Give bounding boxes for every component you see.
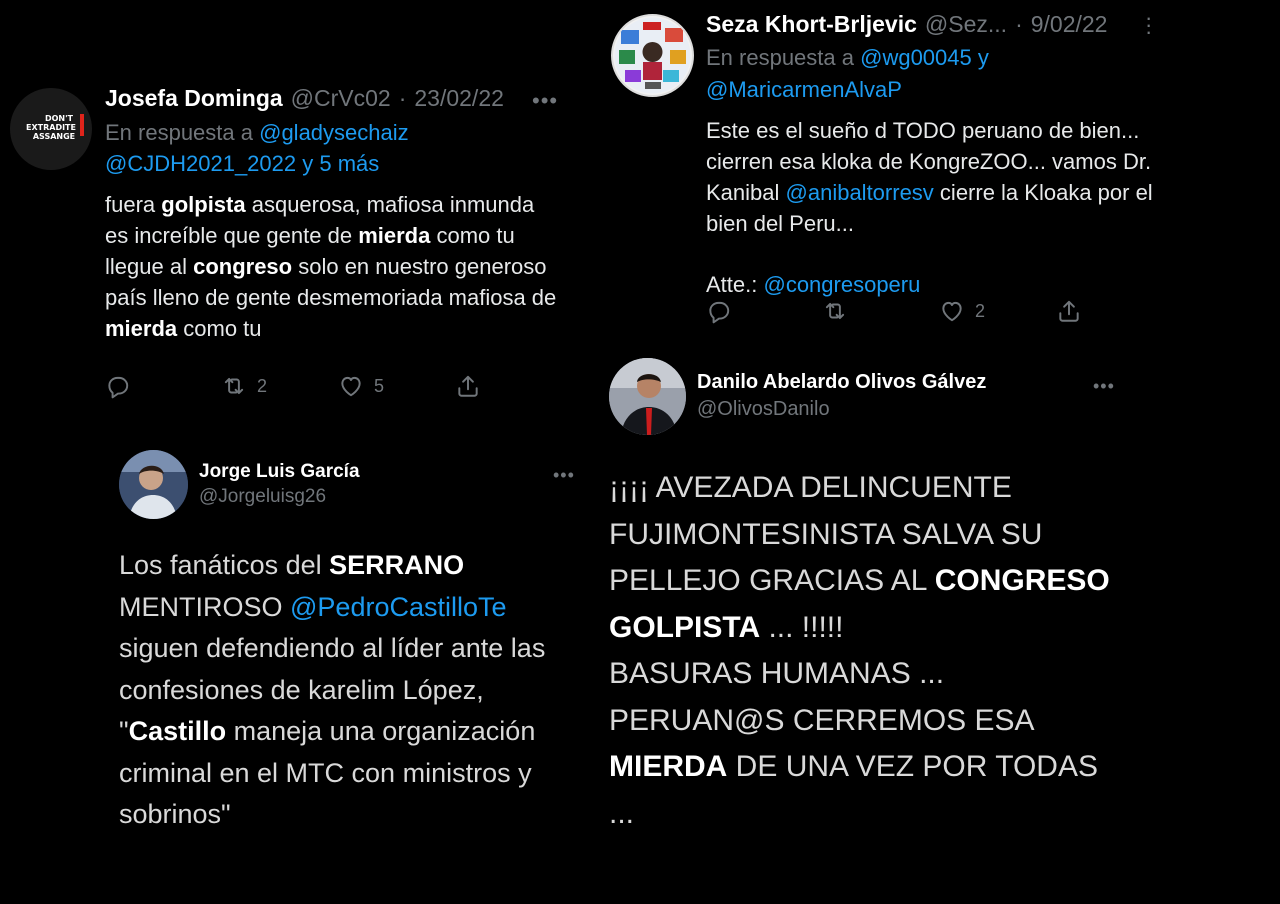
tweet-header: Seza Khort-Brljevic @Sez... · 9/02/22: [706, 11, 1107, 38]
bold-text: mierda: [358, 223, 431, 248]
heart-icon: [341, 376, 361, 397]
retweet-button[interactable]: [822, 298, 848, 324]
tweet-text: Los fanáticos del SERRANO MENTIROSO @Ped…: [119, 545, 569, 836]
reply-icon: [709, 301, 730, 324]
text-segment: ... !!!!!: [760, 610, 844, 644]
text-segment: como tu: [177, 316, 262, 341]
reply-mention[interactable]: @CJDH2021_2022: [105, 151, 296, 176]
avatar[interactable]: DON'T EXTRADITE ASSANGE: [10, 88, 92, 170]
reply-mention[interactable]: @MaricarmenAlvaP: [706, 77, 902, 102]
user-handle[interactable]: @OlivosDanilo: [697, 398, 830, 421]
retweet-icon: [825, 302, 845, 320]
text-segment: PERUAN@S CERREMOS ESA: [609, 703, 1033, 737]
tweet-text: Este es el sueño d TODO peruano de bien.…: [706, 118, 1153, 236]
text-segment: MENTIROSO: [119, 591, 291, 622]
reply-button[interactable]: [706, 298, 732, 324]
user-handle[interactable]: @CrVc02: [291, 85, 391, 112]
mention-link[interactable]: @congresoperu: [763, 272, 920, 297]
reply-more-link[interactable]: y 5 más: [302, 151, 379, 176]
retweet-count: 2: [257, 375, 268, 396]
like-count: 2: [975, 300, 986, 321]
reply-mention[interactable]: @wg00045: [860, 45, 972, 70]
tweet-date[interactable]: 9/02/22: [1031, 11, 1108, 38]
bold-text: SERRANO: [329, 550, 465, 580]
avatar[interactable]: [119, 450, 188, 519]
text-segment: BASURAS HUMANAS ...: [609, 657, 945, 690]
reply-button[interactable]: [105, 373, 131, 399]
bold-text: mierda: [105, 316, 178, 341]
more-dots-icon[interactable]: •••: [532, 90, 558, 112]
more-dots-icon[interactable]: · · ·: [1145, 7, 1152, 43]
display-name[interactable]: Josefa Dominga: [105, 85, 283, 112]
display-name[interactable]: Seza Khort-Brljevic: [706, 11, 917, 38]
separator-dot: ·: [398, 85, 407, 111]
avatar-collage-image: [614, 17, 691, 94]
display-name[interactable]: Jorge Luis García: [199, 461, 360, 483]
user-handle[interactable]: @Sez...: [925, 11, 1007, 38]
retweet-icon: [224, 377, 244, 395]
avatar-photo: [119, 450, 188, 519]
tweet-header: Josefa Dominga @CrVc02 · 23/02/22: [105, 85, 504, 112]
display-name[interactable]: Danilo Abelardo Olivos Gálvez: [697, 371, 986, 394]
reply-context: En respuesta a @wg00045 y @MaricarmenAlv…: [706, 45, 989, 102]
more-dots-icon[interactable]: •••: [1093, 377, 1115, 395]
mention-link[interactable]: @PedroCastilloTe: [290, 592, 507, 622]
avatar-photo: [609, 358, 686, 435]
reply-icon: [108, 376, 129, 399]
text-segment: Los fanáticos del: [119, 550, 330, 580]
text-segment: fuera: [105, 192, 162, 217]
like-button[interactable]: 2: [939, 298, 985, 324]
more-dots-icon[interactable]: •••: [553, 466, 575, 484]
avatar[interactable]: [609, 358, 686, 435]
share-icon: [458, 375, 478, 397]
tweet-signature: Atte.: @congresoperu: [706, 272, 921, 297]
like-button[interactable]: 5: [338, 373, 384, 399]
mention-link[interactable]: @anibaltorresv: [786, 180, 934, 205]
user-handle[interactable]: @Jorgeluisg26: [199, 486, 326, 508]
bold-text: golpista: [161, 192, 246, 217]
share-button[interactable]: [1056, 298, 1082, 324]
tweet-text: fuera golpista asquerosa, mafiosa inmund…: [105, 189, 560, 344]
bold-text: Castillo: [128, 716, 227, 746]
share-button[interactable]: [455, 373, 481, 399]
tweet-text: ¡¡¡¡ AVEZADA DELINCUENTE FUJIMONTESINIST…: [609, 465, 1129, 837]
share-icon: [1059, 300, 1079, 322]
reply-mention[interactable]: @gladysechaiz: [259, 120, 409, 145]
tweet-date[interactable]: 23/02/22: [414, 85, 504, 112]
heart-icon: [942, 301, 962, 322]
bold-text: congreso: [193, 254, 293, 279]
like-count: 5: [374, 375, 385, 396]
retweet-button[interactable]: 2: [221, 373, 267, 399]
reply-context: En respuesta a @gladysechaiz @CJDH2021_2…: [105, 120, 409, 176]
avatar[interactable]: [611, 14, 694, 97]
avatar-red-bar: [80, 114, 84, 136]
separator-dot: ·: [1015, 11, 1023, 37]
bold-text: MIERDA: [609, 750, 728, 783]
